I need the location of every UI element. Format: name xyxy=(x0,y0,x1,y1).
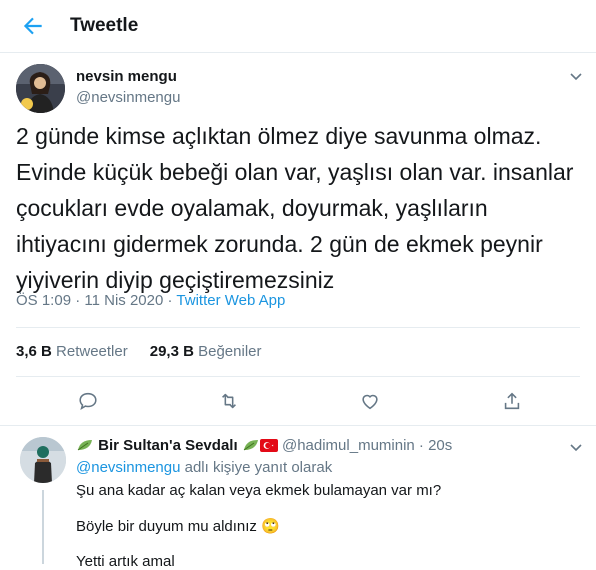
tweet-date[interactable]: 11 Nis 2020 xyxy=(84,292,163,309)
tweet-stats: 3,6 B Retweetler 29,3 B Beğeniler xyxy=(16,343,262,360)
reply-text-line: Yetti artık amal xyxy=(76,553,175,570)
reply-text-line: Böyle bir duyum mu aldınız 🙄 xyxy=(76,518,280,535)
tweet-time[interactable]: ÖS 1:09 xyxy=(16,292,71,309)
chevron-down-icon[interactable] xyxy=(568,68,584,84)
tweet-meta: ÖS 1:09 · 11 Nis 2020 · Twitter Web App xyxy=(16,292,285,309)
chevron-down-icon[interactable] xyxy=(568,439,584,455)
reply-time[interactable]: 20s xyxy=(428,437,452,454)
meta-separator: · xyxy=(163,292,177,309)
divider xyxy=(16,327,580,328)
author-handle[interactable]: @nevsinmengu xyxy=(76,89,180,106)
tweet-text: 2 günde kimse açlıktan ölmez diye savunm… xyxy=(16,123,574,293)
divider xyxy=(0,425,596,426)
reply-mention-link[interactable]: @nevsinmengu xyxy=(76,459,180,476)
share-icon[interactable] xyxy=(501,390,525,414)
like-icon[interactable] xyxy=(359,390,383,414)
meta-separator: · xyxy=(414,437,429,454)
retweets-count: 3,6 B xyxy=(16,343,52,360)
likes-count: 29,3 B xyxy=(149,343,194,360)
reply-icon[interactable] xyxy=(77,390,101,414)
author-avatar[interactable] xyxy=(16,64,65,113)
reply-author-handle[interactable]: @hadimul_muminin xyxy=(282,437,415,454)
likes-label: Beğeniler xyxy=(198,343,262,360)
divider xyxy=(16,376,580,377)
reply-text-line: Şu ana kadar aç kalan veya ekmek bulamay… xyxy=(76,482,442,499)
leaf-icon xyxy=(76,438,94,456)
replying-to-label: adlı kişiye yanıt olarak xyxy=(180,459,333,476)
tweet-app-link[interactable]: Twitter Web App xyxy=(176,292,285,309)
back-arrow-icon[interactable] xyxy=(20,13,46,39)
thread-line xyxy=(42,490,44,564)
retweet-icon[interactable] xyxy=(218,390,242,414)
meta-separator: · xyxy=(71,292,85,309)
likes-stat[interactable]: 29,3 B Beğeniler xyxy=(150,343,262,360)
reply-avatar[interactable] xyxy=(20,437,66,483)
retweets-stat[interactable]: 3,6 B Retweetler xyxy=(16,343,128,360)
reply-header: Bir Sultan'a Sevdalı @hadimul_muminin · … xyxy=(76,437,452,456)
leaf-icon xyxy=(242,438,260,456)
page-title: Tweetle xyxy=(70,15,139,36)
replying-to: @nevsinmengu adlı kişiye yanıt olarak xyxy=(76,459,332,476)
page-header: Tweetle xyxy=(0,0,596,53)
author-name[interactable]: nevsin mengu xyxy=(76,68,177,85)
turkey-flag-icon xyxy=(259,439,278,456)
retweets-label: Retweetler xyxy=(56,343,128,360)
reply-author-name[interactable]: Bir Sultan'a Sevdalı xyxy=(98,437,237,454)
